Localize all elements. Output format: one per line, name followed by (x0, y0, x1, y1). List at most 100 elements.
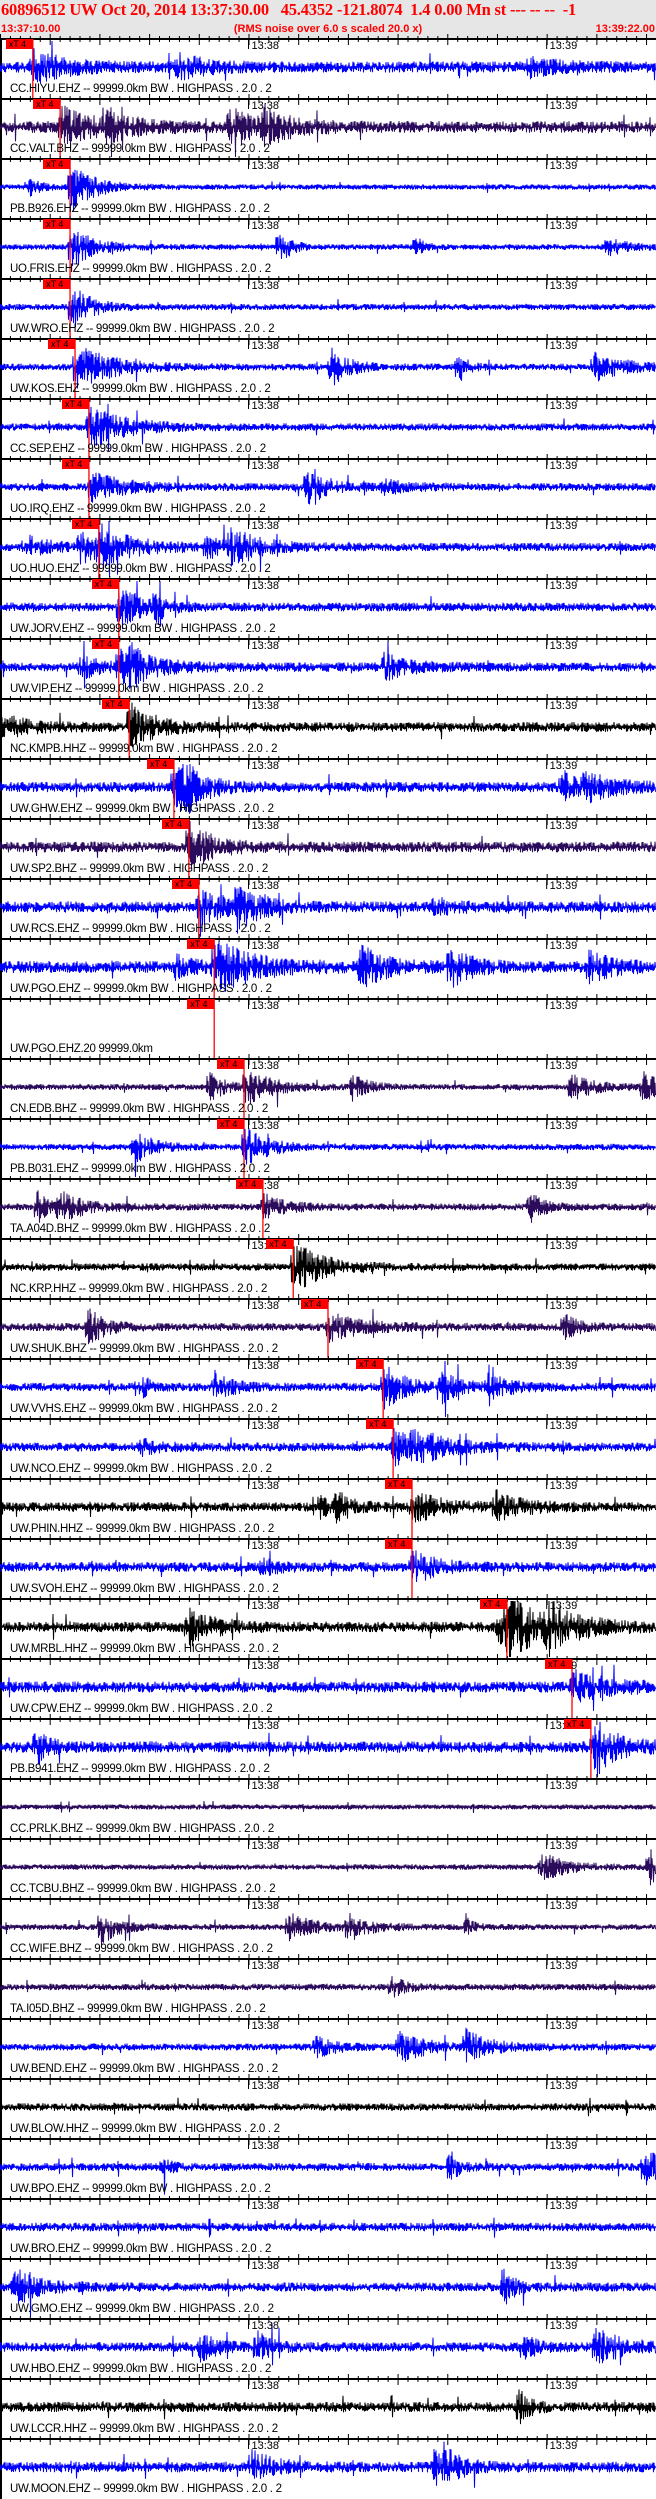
time-label: 13:38 (251, 580, 280, 592)
pick-flag[interactable]: xT 4 (171, 879, 199, 889)
time-label: 13:39 (549, 520, 578, 532)
trace-panel: 13:38 13:39 xT 4 UW.PGO.EHZ.20 99999.0km (0, 994, 656, 1059)
time-label: 13:39 (549, 1240, 578, 1252)
pick-flag[interactable]: xT 4 (61, 459, 89, 469)
pick-flag[interactable]: xT 4 (43, 219, 71, 229)
station-label: UW.JORV.EHZ -- 99999.0km BW . HIGHPASS .… (10, 623, 276, 635)
station-label: UW.BPO.EHZ -- 99999.0km BW . HIGHPASS . … (10, 2183, 271, 2195)
pick-flag[interactable]: xT 4 (48, 339, 76, 349)
time-label: 13:39 (549, 1000, 578, 1012)
pick-flag[interactable]: xT 4 (479, 1599, 507, 1609)
station-label: TA.A04D.BHZ -- 99999.0km BW . HIGHPASS .… (10, 1223, 270, 1235)
pick-flag[interactable]: xT 4 (187, 999, 215, 1009)
time-label: 13:39 (549, 220, 578, 232)
station-label: TA.I05D.BHZ -- 99999.0km BW . HIGHPASS .… (10, 2003, 266, 2015)
pick-flag[interactable]: xT 4 (384, 1479, 412, 1489)
time-label: 13:39 (549, 2320, 578, 2332)
pick-flag[interactable]: xT 4 (366, 1419, 394, 1429)
time-label: 13:39 (549, 160, 578, 172)
time-label: 13:38 (251, 1840, 280, 1852)
station-label: UW.WRO.EHZ -- 99999.0km BW . HIGHPASS . … (10, 323, 275, 335)
pick-flag[interactable]: xT 4 (235, 1179, 263, 1189)
time-label: 13:38 (251, 1000, 280, 1012)
time-label: 13:39 (549, 2440, 578, 2452)
time-label: 13:39 (549, 2020, 578, 2032)
station-label: CC.VALT.BHZ -- 99999.0km BW . HIGHPASS .… (10, 143, 270, 155)
time-label: 13:38 (251, 1480, 280, 1492)
time-label: 13:38 (251, 2440, 280, 2452)
pick-flag[interactable]: xT 4 (43, 279, 71, 289)
pick-flag[interactable]: xT 4 (301, 1299, 328, 1309)
station-label: UO.IRQ.EHZ -- 99999.0km BW . HIGHPASS . … (10, 503, 266, 515)
trace-panel: 13:3813:39xT 4UW.CPW.EHZ -- 99999.0km BW… (0, 1654, 656, 1719)
time-label: 13:38 (251, 2200, 280, 2212)
time-label: 13:38 (251, 1780, 280, 1792)
time-label: 13:38 (251, 640, 280, 652)
pick-flag[interactable]: xT 4 (384, 1539, 412, 1549)
time-label: 13:38 (251, 2320, 280, 2332)
pick-flag[interactable]: xT 4 (217, 1059, 244, 1069)
time-label: 13:38 (251, 280, 280, 292)
trace-panel: 13:3813:39xT 4NC.KRP.HHZ -- 99999.0km BW… (0, 1234, 656, 1299)
waveform (0, 1245, 656, 1288)
pick-flag[interactable]: xT 4 (102, 699, 130, 709)
pick-flag[interactable]: xT 4 (33, 99, 61, 109)
station-label: CC.TCBU.BHZ -- 99999.0km BW . HIGHPASS .… (10, 1883, 276, 1895)
time-label: 13:39 (549, 940, 578, 952)
waveform (0, 1190, 656, 1223)
trace-panel: 13:38 13:39 UW.LCCR.HHZ -- 99999.0km BW . … (0, 2374, 656, 2439)
time-label: 13:38 (251, 760, 280, 772)
waveform (0, 1849, 656, 1886)
station-label: UW.RCS.EHZ -- 99999.0km BW . HIGHPASS . … (10, 923, 271, 935)
trace-panel: 13:38 13:39 xT 4 UW.VVHS.EHZ -- 99999.0km B… (0, 1354, 656, 1419)
pick-flag[interactable]: xT 4 (217, 1119, 244, 1129)
station-label: UO.FRIS.EHZ -- 99999.0km BW . HIGHPASS .… (10, 263, 271, 275)
pick-flag[interactable]: xT 4 (91, 579, 119, 589)
station-label: UW.CPW.EHZ -- 99999.0km BW . HIGHPASS . … (10, 1703, 273, 1715)
time-label: 13:39 (549, 820, 578, 832)
time-label: 13:39 (549, 1360, 578, 1372)
time-label: 13:38 (251, 940, 280, 952)
pick-flag[interactable]: xT 4 (545, 1659, 572, 1669)
pick-flag[interactable]: xT 4 (43, 159, 71, 169)
time-label: 13:38 (251, 2080, 280, 2092)
trace-panel: 13:38 13:39 xT 4 CN.EDB.BHZ -- 99999.0km BW… (0, 1054, 656, 1119)
pick-flag[interactable]: xT 4 (5, 39, 33, 49)
trace-panel: 13:38 13:39 xT 4 CC.SEP.EHZ -- 99999.0km BW… (0, 394, 656, 459)
pick-flag[interactable]: xT 4 (161, 819, 189, 829)
time-label: 13:39 (549, 1780, 578, 1792)
event-title: 60896512 UW Oct 20, 2014 13:37:30.00 45.… (1, 0, 577, 19)
time-label: 13:38 (251, 340, 280, 352)
end-time: 13:39:22.00 (595, 23, 655, 35)
station-label: CC.HIYU.EHZ -- 99999.0km BW . HIGHPASS .… (10, 83, 272, 95)
trace-panel: 13:38 13:39 CC.WIFE.BHZ -- 99999.0km BW . … (0, 1894, 656, 1959)
time-label: 13:38 (251, 100, 280, 112)
time-label: 13:39 (549, 1120, 578, 1132)
time-label: 13:39 (549, 340, 578, 352)
waveform (0, 1428, 656, 1467)
station-label: UW.SHUK.BHZ -- 99999.0km BW . HIGHPASS .… (10, 1343, 278, 1355)
pick-flag[interactable]: xT 4 (563, 1719, 591, 1729)
time-label: 13:39 (549, 640, 578, 652)
pick-flag[interactable]: xT 4 (266, 1239, 294, 1249)
pick-flag[interactable]: xT 4 (61, 399, 89, 409)
station-label: PB.B926.EHZ -- 99999.0km BW . HIGHPASS .… (10, 203, 270, 215)
time-label: 13:39 (549, 2200, 578, 2212)
waveform (0, 1550, 656, 1583)
pick-flag[interactable]: xT 4 (146, 759, 174, 769)
pick-flag[interactable]: xT 4 (71, 519, 99, 529)
trace-panel: 13:38 13:39 TA.I05D.BHZ -- 99999.0km BW . … (0, 1954, 656, 2019)
pick-flag[interactable]: xT 4 (187, 939, 215, 949)
time-label: 13:39 (549, 880, 578, 892)
trace-panel: 13:38 13:39 xT 4 UO.IRQ.EHZ -- 99999.0km BW… (0, 454, 656, 519)
time-label: 13:38 (251, 1540, 280, 1552)
time-label: 13:39 (549, 1180, 578, 1192)
station-label: CC.PRLK.BHZ -- 99999.0km BW . HIGHPASS .… (10, 1823, 275, 1835)
station-label: UW.GMO.EHZ -- 99999.0km BW . HIGHPASS . … (10, 2303, 274, 2315)
trace-panel: 13:3813:39xT 4PB.B941.EHZ -- 99999.0km B… (0, 1714, 656, 1779)
pick-flag[interactable]: xT 4 (91, 639, 119, 649)
time-label: 13:38 (251, 160, 280, 172)
time-label: 13:38 (251, 400, 280, 412)
pick-flag[interactable]: xT 4 (356, 1359, 384, 1369)
time-label: 13:39 (549, 1540, 578, 1552)
